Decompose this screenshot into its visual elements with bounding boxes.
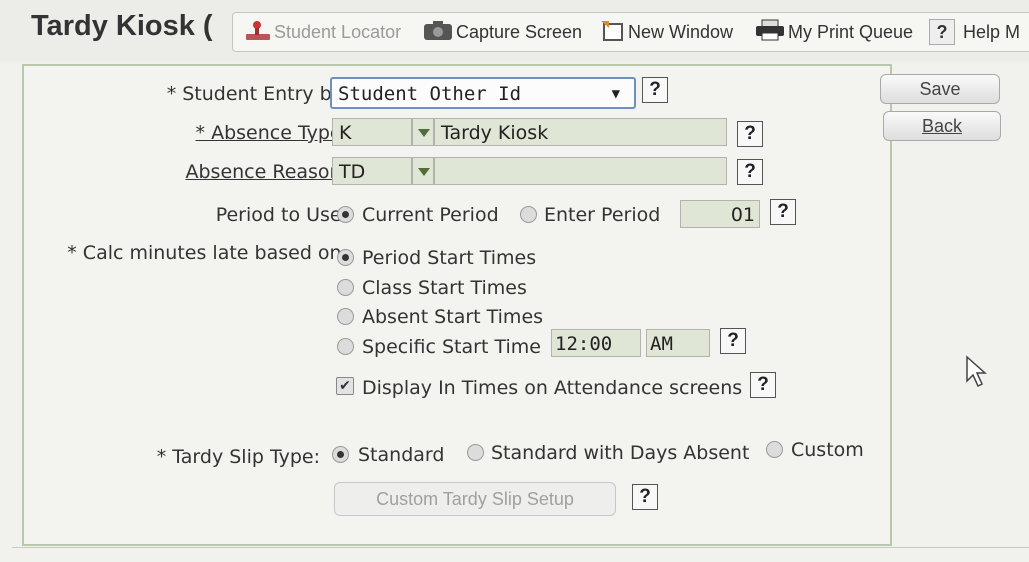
tardy-slip-label-cell: * Tardy Slip Type: [24, 446, 320, 476]
specific-time-help-icon[interactable]: ? [720, 328, 746, 354]
period-current-radio[interactable] [337, 206, 354, 223]
custom-slip-help-icon[interactable]: ? [632, 484, 658, 510]
specific-time-field[interactable]: 12:00 [551, 329, 641, 357]
new-window-icon [599, 19, 625, 46]
ampm-field[interactable]: AM [646, 329, 710, 357]
student-locator-icon [245, 19, 271, 46]
printer-icon [755, 19, 785, 46]
print-queue-label: My Print Queue [788, 21, 914, 42]
slip-standard-label: Standard [358, 444, 445, 466]
specific-time-value: 12:00 [555, 333, 613, 355]
save-button[interactable]: Save [880, 74, 1000, 104]
toolbar: Student Locator Capture Screen New Windo… [232, 12, 1029, 52]
slip-custom-label: Custom [791, 439, 864, 461]
new-window-label: New Window [628, 21, 734, 42]
help-icon: ? [929, 19, 955, 45]
slip-standard-radio[interactable] [332, 446, 349, 463]
period-current-label: Current Period [362, 204, 499, 226]
absence-type-label[interactable]: * Absence Type: [196, 122, 348, 144]
form-panel: * Student Entry by: Student Other Id ▼ ?… [22, 64, 892, 546]
absence-reason-dropdown[interactable] [412, 157, 434, 185]
absence-type-desc-field: Tardy Kiosk [434, 118, 727, 146]
period-label-cell: Period to Use: [24, 204, 348, 234]
calc-period-radio[interactable] [337, 249, 354, 266]
calc-class-radio[interactable] [337, 279, 354, 296]
calc-specific-radio[interactable] [337, 338, 354, 355]
help-label: Help M [963, 21, 1021, 42]
period-enter-label: Enter Period [544, 204, 661, 226]
camera-icon [423, 19, 453, 46]
student-entry-value: Student Other Id [338, 83, 522, 105]
absence-reason-code-field[interactable]: TD [332, 157, 412, 185]
slip-custom-radio[interactable] [766, 441, 783, 458]
help-menu-button[interactable]: ? Help M [929, 19, 1021, 45]
calc-label-cell: * Calc minutes late based on: [24, 242, 348, 272]
student-entry-help-icon[interactable]: ? [642, 77, 668, 103]
slip-days-absent-label: Standard with Days Absent [491, 442, 750, 464]
student-entry-select[interactable]: Student Other Id ▼ [330, 77, 636, 109]
capture-screen-label: Capture Screen [456, 21, 583, 42]
calc-absent-label: Absent Start Times [362, 306, 544, 328]
display-in-times-checkbox[interactable]: ✔ [336, 377, 354, 395]
header-bar: Tardy Kiosk ( Student Locator Capture Sc… [0, 0, 1029, 62]
calc-class-label: Class Start Times [362, 277, 527, 299]
absence-reason-help-icon[interactable]: ? [737, 159, 763, 185]
student-entry-label: * Student Entry by: [166, 83, 348, 105]
divider [12, 547, 1029, 548]
capture-screen-button[interactable]: Capture Screen [423, 20, 582, 44]
tardy-slip-label: * Tardy Slip Type: [156, 446, 320, 468]
dropdown-caret-icon [418, 168, 430, 176]
absence-type-desc: Tardy Kiosk [441, 122, 549, 144]
student-entry-label-cell: * Student Entry by: [24, 81, 348, 111]
absence-reason-desc-field [434, 157, 727, 185]
ampm-value: AM [650, 333, 673, 355]
absence-type-code: K [339, 122, 352, 144]
page-title: Tardy Kiosk ( [31, 10, 213, 42]
period-enter-radio[interactable] [520, 206, 537, 223]
print-queue-button[interactable]: My Print Queue [755, 19, 914, 46]
absence-type-help-icon[interactable]: ? [737, 121, 763, 147]
mouse-pointer-icon [965, 355, 989, 393]
absence-type-code-field[interactable]: K [332, 118, 412, 146]
slip-days-absent-radio[interactable] [467, 444, 484, 461]
display-in-times-help-icon[interactable]: ? [750, 372, 776, 398]
absence-reason-label-cell: Absence Reason: [24, 159, 348, 189]
period-label: Period to Use: [215, 204, 348, 226]
dropdown-caret-icon [418, 129, 430, 137]
period-value: 01 [730, 204, 755, 226]
period-value-field[interactable]: 01 [680, 200, 760, 228]
back-button[interactable]: Back [883, 111, 1001, 141]
display-in-times-label: Display In Times on Attendance screens [362, 377, 743, 399]
calc-specific-label: Specific Start Time [362, 336, 541, 358]
student-locator-button[interactable]: Student Locator [245, 20, 401, 44]
absence-reason-label[interactable]: Absence Reason: [185, 161, 348, 183]
absence-type-label-cell: * Absence Type: [24, 120, 348, 150]
period-help-icon[interactable]: ? [770, 199, 796, 225]
back-label: Back [921, 116, 963, 136]
new-window-button[interactable]: New Window [599, 20, 733, 44]
custom-tardy-slip-button[interactable]: Custom Tardy Slip Setup [334, 482, 616, 516]
calc-label: * Calc minutes late based on: [67, 242, 348, 264]
student-locator-label: Student Locator [274, 21, 402, 42]
absence-type-dropdown[interactable] [412, 118, 434, 146]
absence-reason-code: TD [339, 161, 366, 183]
dropdown-arrow-icon: ▼ [611, 86, 620, 102]
calc-period-label: Period Start Times [362, 247, 537, 269]
calc-absent-radio[interactable] [337, 308, 354, 325]
